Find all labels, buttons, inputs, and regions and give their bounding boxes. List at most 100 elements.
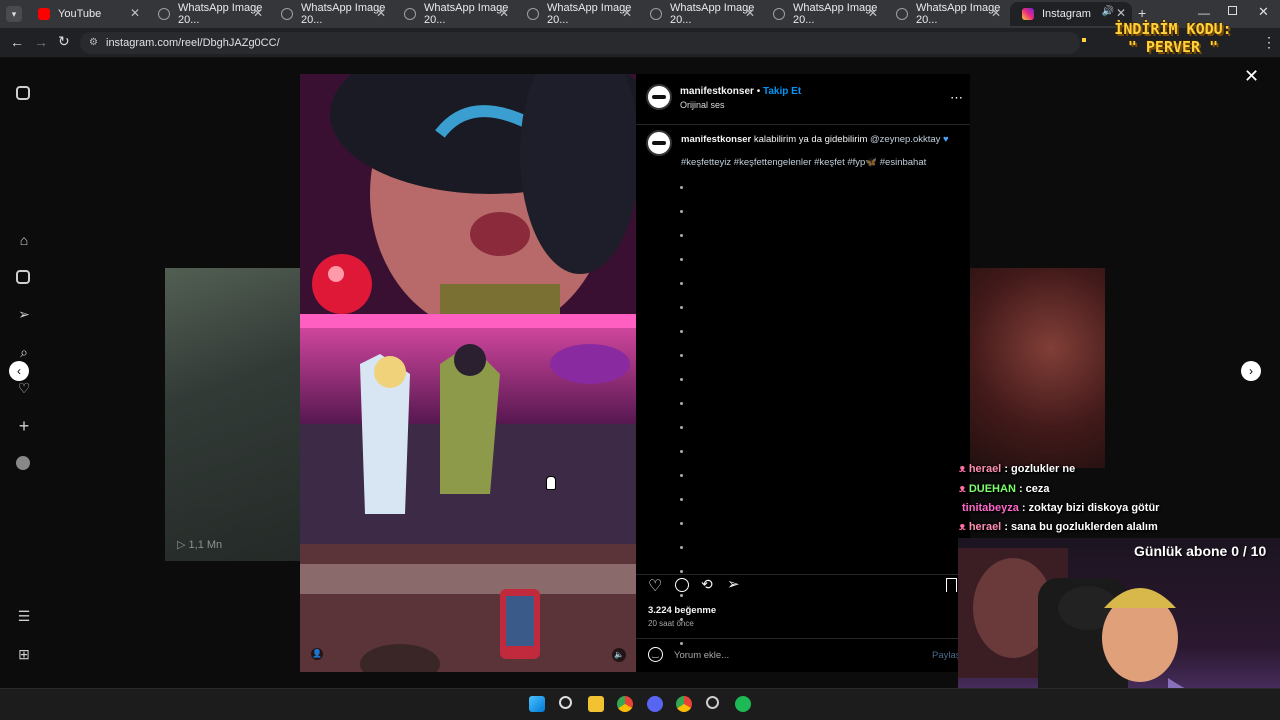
subscriber-goal: Günlük abone 0 / 10 bbox=[1134, 543, 1267, 559]
back-icon[interactable]: ← bbox=[10, 34, 24, 50]
like-heart-icon[interactable]: ♡ bbox=[648, 576, 662, 596]
chat-message: ᴥ herael : gozlukler ne bbox=[959, 463, 1075, 475]
reload-icon[interactable]: ↻ bbox=[58, 33, 70, 50]
video-frame bbox=[300, 74, 636, 672]
mention-link[interactable]: @zeynep.okktay bbox=[870, 134, 940, 145]
volume-icon[interactable]: 🔈 bbox=[612, 648, 626, 662]
comment-input[interactable]: Yorum ekle... bbox=[674, 650, 729, 661]
previous-reel-preview[interactable]: ▷ 1,1 Mn bbox=[165, 268, 305, 561]
caption-avatar[interactable] bbox=[646, 130, 672, 156]
likes-count[interactable]: 3.224 beğenme bbox=[648, 605, 716, 616]
repost-icon[interactable]: ⟲ bbox=[701, 576, 713, 593]
close-tab-icon[interactable]: ✕ bbox=[868, 6, 878, 20]
profile-avatar[interactable] bbox=[16, 456, 30, 470]
more-menu-icon[interactable]: ☰ bbox=[16, 608, 32, 624]
chat-username: DUEHAN bbox=[968, 483, 1016, 495]
instagram-logo-icon[interactable] bbox=[16, 86, 30, 100]
reels-icon[interactable] bbox=[16, 270, 30, 284]
menu-icon[interactable]: ⋮ bbox=[1262, 34, 1276, 51]
app-icon[interactable] bbox=[706, 696, 719, 709]
close-tab-icon[interactable]: ✕ bbox=[499, 6, 509, 20]
new-tab-button[interactable]: + bbox=[1138, 5, 1146, 21]
close-tab-icon[interactable]: ✕ bbox=[1116, 6, 1126, 20]
save-bookmark-icon[interactable] bbox=[946, 578, 957, 592]
post-time: 20 saat önce bbox=[648, 619, 694, 628]
tab-youtube[interactable]: YouTube ✕ bbox=[26, 2, 146, 26]
reel-video[interactable]: 👤 🔈 bbox=[300, 74, 636, 672]
close-tab-icon[interactable]: ✕ bbox=[622, 6, 632, 20]
chrome-icon[interactable] bbox=[617, 696, 633, 712]
chat-message: ᴥ DUEHAN : ceza bbox=[959, 483, 1050, 495]
windows-start-icon[interactable] bbox=[529, 696, 545, 712]
close-tab-icon[interactable]: ✕ bbox=[253, 6, 263, 20]
play-icon: ▷ bbox=[177, 539, 189, 551]
chat-username: herael bbox=[968, 521, 1002, 533]
restore-icon[interactable] bbox=[1228, 6, 1237, 15]
spotify-icon[interactable] bbox=[735, 696, 751, 712]
caption-username[interactable]: manifestkonser bbox=[681, 134, 751, 145]
author-avatar[interactable] bbox=[646, 84, 672, 110]
previous-arrow-button[interactable]: ‹ bbox=[9, 361, 29, 381]
url-input[interactable]: ⚙ instagram.com/reel/DbghJAZg0CC/ bbox=[80, 32, 1080, 54]
globe-icon bbox=[773, 8, 785, 20]
tab-whatsapp-image[interactable]: WhatsApp Image 20... ✕ bbox=[146, 2, 269, 26]
tab-whatsapp-image[interactable]: WhatsApp Image 20... ✕ bbox=[515, 2, 638, 26]
create-icon[interactable]: + bbox=[16, 417, 32, 435]
forward-icon[interactable]: → bbox=[34, 34, 48, 50]
next-arrow-button[interactable]: › bbox=[1241, 361, 1261, 381]
emoji-picker-icon[interactable]: ‿ bbox=[648, 647, 663, 662]
tab-whatsapp-image[interactable]: WhatsApp Image 20... ✕ bbox=[269, 2, 392, 26]
close-tab-icon[interactable]: ✕ bbox=[376, 6, 386, 20]
more-options-icon[interactable]: ⋯ bbox=[950, 90, 963, 106]
youtube-icon bbox=[38, 8, 50, 20]
close-tab-icon[interactable]: ✕ bbox=[991, 6, 1001, 20]
tab-title: Instagram bbox=[1042, 8, 1091, 20]
notifications-heart-icon[interactable]: ♡ bbox=[16, 380, 32, 396]
chat-text: : zoktay bizi diskoya götür bbox=[1021, 502, 1160, 514]
windows-taskbar bbox=[0, 688, 1280, 720]
search-icon[interactable]: ⌕ bbox=[16, 344, 32, 360]
chat-badge-icon: ᴥ bbox=[959, 463, 969, 475]
browser-tab-bar: ▾ YouTube ✕ WhatsApp Image 20... ✕ Whats… bbox=[0, 0, 1280, 28]
site-info-icon[interactable]: ⚙ bbox=[89, 32, 98, 54]
tab-whatsapp-image[interactable]: WhatsApp Image 20... ✕ bbox=[884, 2, 1007, 26]
heart-emoji-icon: ♥ bbox=[943, 134, 949, 145]
hashtags[interactable]: #keşfetteyiz #keşfettengelenler #keşfet … bbox=[681, 157, 961, 168]
direct-message-icon[interactable]: ➢ bbox=[16, 306, 32, 322]
tab-whatsapp-image[interactable]: WhatsApp Image 20... ✕ bbox=[392, 2, 515, 26]
threads-icon[interactable]: ⊞ bbox=[16, 646, 32, 662]
tab-whatsapp-image[interactable]: WhatsApp Image 20... ✕ bbox=[761, 2, 884, 26]
audio-label[interactable]: Orijinal ses bbox=[680, 100, 725, 110]
globe-icon bbox=[404, 8, 416, 20]
next-reel-preview[interactable] bbox=[970, 268, 1105, 468]
author-username[interactable]: manifestkonser bbox=[680, 86, 754, 97]
tab-title: YouTube bbox=[58, 8, 102, 20]
globe-icon bbox=[527, 8, 539, 20]
tab-search-icon[interactable]: ▾ bbox=[6, 6, 22, 22]
chat-text: : ceza bbox=[1018, 483, 1050, 495]
divider bbox=[636, 574, 970, 575]
share-icon[interactable]: ➢ bbox=[727, 575, 740, 593]
divider bbox=[636, 124, 970, 125]
file-explorer-icon[interactable] bbox=[588, 696, 604, 712]
taskbar-search-icon[interactable] bbox=[559, 696, 572, 709]
promo-overlay: İNDİRİM KODU: " PERVER " bbox=[1102, 20, 1244, 62]
close-tab-icon[interactable]: ✕ bbox=[130, 6, 140, 20]
follow-button[interactable]: Takip Et bbox=[763, 86, 801, 97]
tab-whatsapp-image[interactable]: WhatsApp Image 20... ✕ bbox=[638, 2, 761, 26]
speaker-icon[interactable]: 🔊 bbox=[1102, 6, 1114, 17]
user-tag-icon[interactable]: 👤 bbox=[311, 648, 323, 660]
close-modal-icon[interactable]: ✕ bbox=[1244, 66, 1259, 87]
sparkle-icon bbox=[1082, 38, 1086, 42]
chrome-active-icon[interactable] bbox=[676, 696, 692, 712]
comment-icon[interactable] bbox=[675, 578, 689, 592]
chat-text: : sana bu gozluklerden alalım bbox=[1004, 521, 1158, 533]
home-icon[interactable]: ⌂ bbox=[16, 232, 32, 248]
discord-icon[interactable] bbox=[647, 696, 663, 712]
close-tab-icon[interactable]: ✕ bbox=[745, 6, 755, 20]
post-comment-button[interactable]: Paylaş bbox=[932, 650, 961, 661]
close-window-icon[interactable]: ✕ bbox=[1258, 4, 1269, 20]
chat-username: tinitabeyza bbox=[962, 502, 1019, 514]
mouse-cursor-icon bbox=[546, 476, 556, 490]
minimize-icon[interactable]: — bbox=[1198, 6, 1210, 20]
